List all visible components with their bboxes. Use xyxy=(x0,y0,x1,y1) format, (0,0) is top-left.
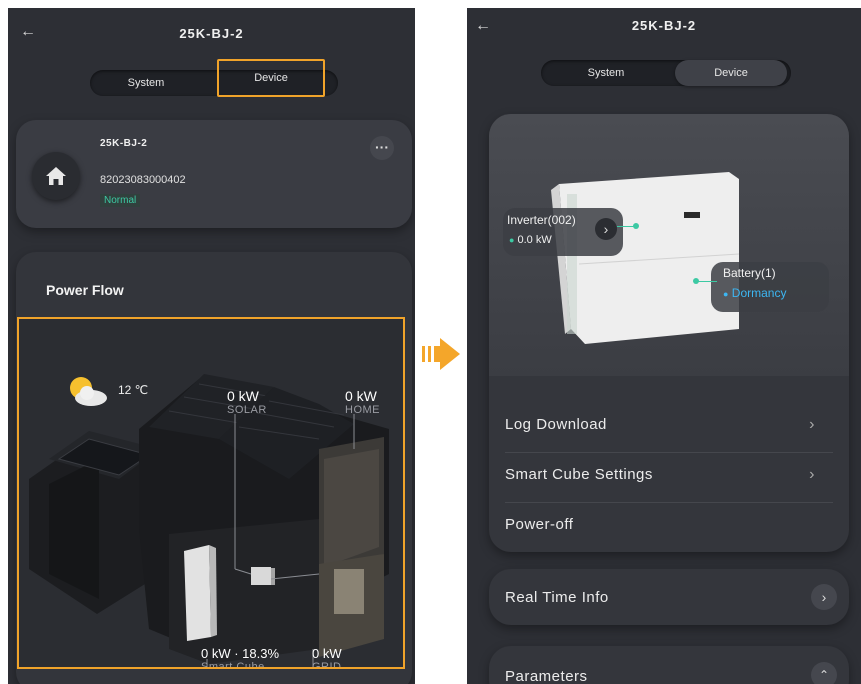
station-card[interactable]: 25K-BJ-2 82023083000402 Normal ··· xyxy=(16,120,412,228)
partly-cloudy-icon xyxy=(65,374,111,408)
solar-label: SOLAR xyxy=(227,404,267,416)
device-card: Inverter(002) ● 0.0 kW › Battery(1) ● Do… xyxy=(489,114,849,552)
log-download-row[interactable]: Log Download › xyxy=(505,416,849,433)
home-icon xyxy=(32,152,80,200)
power-flow-heading: Power Flow xyxy=(46,282,124,298)
inverter-callout[interactable]: Inverter(002) ● 0.0 kW › xyxy=(503,208,623,256)
chevron-right-icon: › xyxy=(809,466,815,483)
battery-status-row: ● Dormancy xyxy=(723,286,787,300)
inverter-dot xyxy=(633,223,639,229)
inverter-label: Inverter(002) xyxy=(507,213,576,227)
station-name: 25K-BJ-2 xyxy=(100,138,148,149)
device-tab-highlight: Device xyxy=(217,59,325,97)
battery-label: Battery(1) xyxy=(723,266,776,280)
smart-cube-readout: 0 kW · 18.3% Smart Cube xyxy=(201,646,280,669)
station-serial: 82023083000402 xyxy=(100,174,186,186)
divider xyxy=(505,452,833,453)
real-time-info-label: Real Time Info xyxy=(505,589,609,606)
tab-device[interactable]: Device xyxy=(675,60,787,86)
tab-system[interactable]: System xyxy=(96,70,196,96)
grid-readout: 0 kW GRID xyxy=(312,646,342,669)
battery-status: Dormancy xyxy=(731,286,787,300)
solar-value: 0 kW xyxy=(227,388,259,404)
transition-arrow-icon xyxy=(420,334,464,374)
view-toggle: System Device xyxy=(541,60,791,86)
home-label: HOME xyxy=(345,404,380,416)
parameters-label: Parameters xyxy=(505,668,588,684)
battery-callout[interactable]: Battery(1) ● Dormancy xyxy=(711,262,829,312)
inverter-value: 0.0 kW xyxy=(517,234,552,246)
page-title: 25K-BJ-2 xyxy=(179,26,244,41)
chevron-up-icon[interactable]: ⌃ xyxy=(811,662,837,684)
grid-value: 0 kW xyxy=(312,646,342,661)
status-badge: Normal xyxy=(100,194,141,207)
smart-cube-value: 0 kW · 18.3% xyxy=(201,646,280,661)
page-title: 25K-BJ-2 xyxy=(631,18,697,33)
smart-cube-label: Smart Cube xyxy=(201,661,265,669)
real-time-info-card[interactable]: Real Time Info › xyxy=(489,569,849,625)
home-value: 0 kW xyxy=(345,388,377,404)
log-download-label: Log Download xyxy=(505,416,607,433)
device-screen: ← 25K-BJ-2 System Device Inverter(002) ●… xyxy=(467,8,861,684)
home-readout: 0 kW HOME xyxy=(345,388,380,416)
inverter-value-row: ● 0.0 kW xyxy=(509,234,552,246)
temperature: 12 ℃ xyxy=(118,383,149,397)
solar-readout: 0 kW SOLAR xyxy=(227,388,267,416)
grid-label: GRID xyxy=(312,661,342,669)
house-illustration xyxy=(29,374,389,667)
system-screen: ← 25K-BJ-2 System Device 25K-BJ-2 820230… xyxy=(8,8,415,684)
smart-cube-settings-label: Smart Cube Settings xyxy=(505,466,653,483)
divider xyxy=(505,502,833,503)
tab-device[interactable]: Device xyxy=(219,61,323,95)
chevron-right-icon[interactable]: › xyxy=(595,218,617,240)
smart-cube-settings-row[interactable]: Smart Cube Settings › xyxy=(505,466,849,483)
parameters-card[interactable]: Parameters ⌃ xyxy=(489,646,849,684)
chevron-right-icon[interactable]: › xyxy=(811,584,837,610)
power-flow-diagram: 12 ℃ 0 kW SOLAR 0 kW HOME 0 kW · 18.3% S… xyxy=(17,317,405,669)
more-options-icon[interactable]: ··· xyxy=(370,136,394,160)
tab-system[interactable]: System xyxy=(551,60,661,86)
power-off-button[interactable]: Power-off xyxy=(505,516,849,533)
battery-dot xyxy=(693,278,699,284)
chevron-right-icon: › xyxy=(809,416,815,433)
battery-pointer xyxy=(697,281,717,282)
